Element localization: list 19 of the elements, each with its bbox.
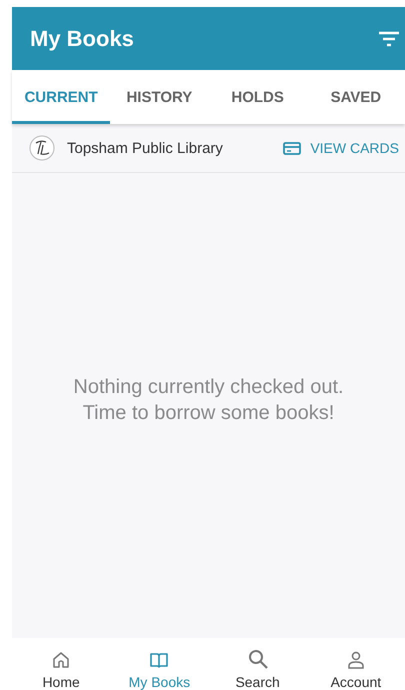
open-book-icon: [149, 650, 170, 670]
nav-item[interactable]: Account: [306, 638, 405, 690]
library-name: Topsham Public Library: [67, 140, 224, 156]
page-title: My Books: [30, 26, 134, 52]
person-icon: [346, 650, 366, 670]
tab[interactable]: HOLDS: [208, 70, 307, 124]
nav-item[interactable]: My Books: [110, 638, 208, 690]
card-icon: [283, 142, 302, 154]
tab[interactable]: HISTORY: [110, 70, 208, 124]
empty-message: Nothing currently checked out. Time to borrow some books!: [73, 374, 344, 426]
filter-icon[interactable]: [379, 30, 399, 46]
library-logo-icon: [29, 135, 55, 161]
search-icon: [246, 648, 269, 670]
tab[interactable]: CURRENT: [12, 70, 110, 124]
tab[interactable]: SAVED: [306, 70, 405, 124]
view-cards-button[interactable]: VIEW CARDS: [283, 140, 399, 156]
nav-item[interactable]: Search: [208, 638, 307, 690]
nav-item[interactable]: Home: [12, 638, 110, 690]
home-icon: [51, 650, 72, 670]
